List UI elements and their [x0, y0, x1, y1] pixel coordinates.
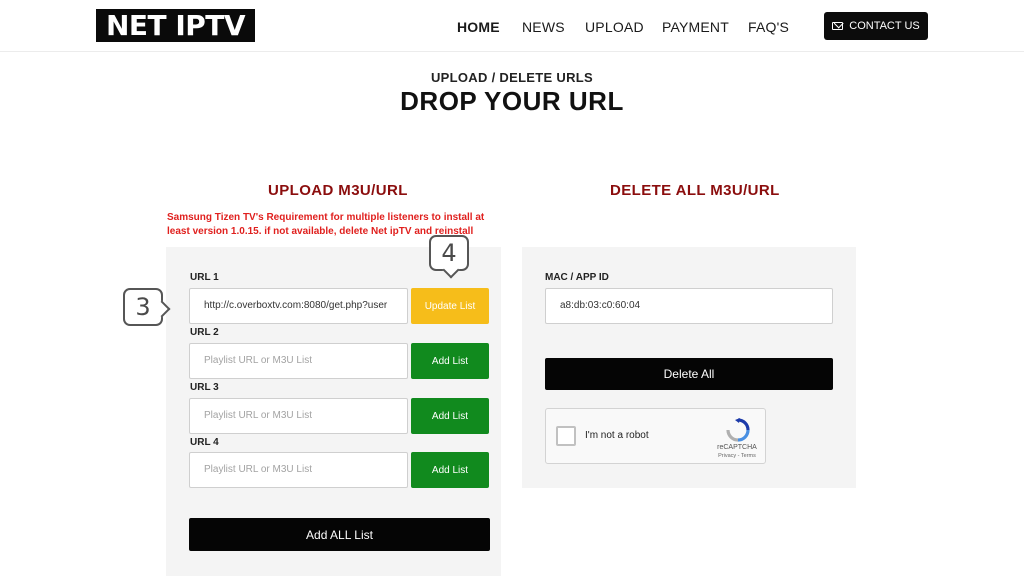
nav-payment[interactable]: PAYMENT: [662, 19, 729, 35]
url3-input[interactable]: Playlist URL or M3U List: [189, 398, 408, 434]
step-4-number: 4: [441, 239, 457, 267]
recaptcha-brand: reCAPTCHA: [717, 444, 757, 451]
site-logo[interactable]: NET IPTV: [96, 9, 255, 42]
upload-heading: UPLOAD M3U/URL: [268, 182, 408, 199]
step-4-callout: 4: [429, 235, 469, 271]
contact-us-label: CONTACT US: [849, 20, 920, 32]
delete-heading: DELETE ALL M3U/URL: [610, 182, 780, 199]
site-header: NET IPTV HOME NEWS UPLOAD PAYMENT FAQ'S …: [0, 0, 1024, 52]
update-list-button[interactable]: Update List: [411, 288, 489, 324]
recaptcha-checkbox[interactable]: [556, 426, 576, 446]
nav-faqs[interactable]: FAQ'S: [748, 19, 789, 35]
url2-input[interactable]: Playlist URL or M3U List: [189, 343, 408, 379]
recaptcha-widget: I'm not a robot reCAPTCHA Privacy - Term…: [545, 408, 766, 464]
delete-all-button[interactable]: Delete All: [545, 358, 833, 390]
add-list-button-4[interactable]: Add List: [411, 452, 489, 488]
url4-input[interactable]: Playlist URL or M3U List: [189, 452, 408, 488]
url4-label: URL 4: [190, 437, 219, 448]
url3-label: URL 3: [190, 382, 219, 393]
mac-input[interactable]: a8:db:03:c0:60:04: [545, 288, 833, 324]
add-list-button-3[interactable]: Add List: [411, 398, 489, 434]
nav-news[interactable]: NEWS: [522, 19, 565, 35]
url2-label: URL 2: [190, 327, 219, 338]
step-3-callout: 3: [123, 288, 163, 326]
mac-label: MAC / APP ID: [545, 272, 609, 283]
nav-upload[interactable]: UPLOAD: [585, 19, 644, 35]
contact-us-button[interactable]: CONTACT US: [824, 12, 928, 40]
url1-input[interactable]: http://c.overboxtv.com:8080/get.php?user: [189, 288, 408, 324]
step-3-number: 3: [135, 293, 151, 321]
url1-label: URL 1: [190, 272, 219, 283]
recaptcha-terms[interactable]: Privacy - Terms: [706, 453, 768, 459]
mail-icon: [832, 22, 844, 30]
page-subtitle: UPLOAD / DELETE URLS: [430, 70, 593, 85]
page-title: DROP YOUR URL: [400, 86, 624, 116]
add-all-list-button[interactable]: Add ALL List: [189, 518, 490, 551]
recaptcha-label: I'm not a robot: [585, 430, 649, 441]
add-list-button-2[interactable]: Add List: [411, 343, 489, 379]
recaptcha-icon: [726, 418, 750, 442]
nav-home[interactable]: HOME: [457, 19, 500, 35]
